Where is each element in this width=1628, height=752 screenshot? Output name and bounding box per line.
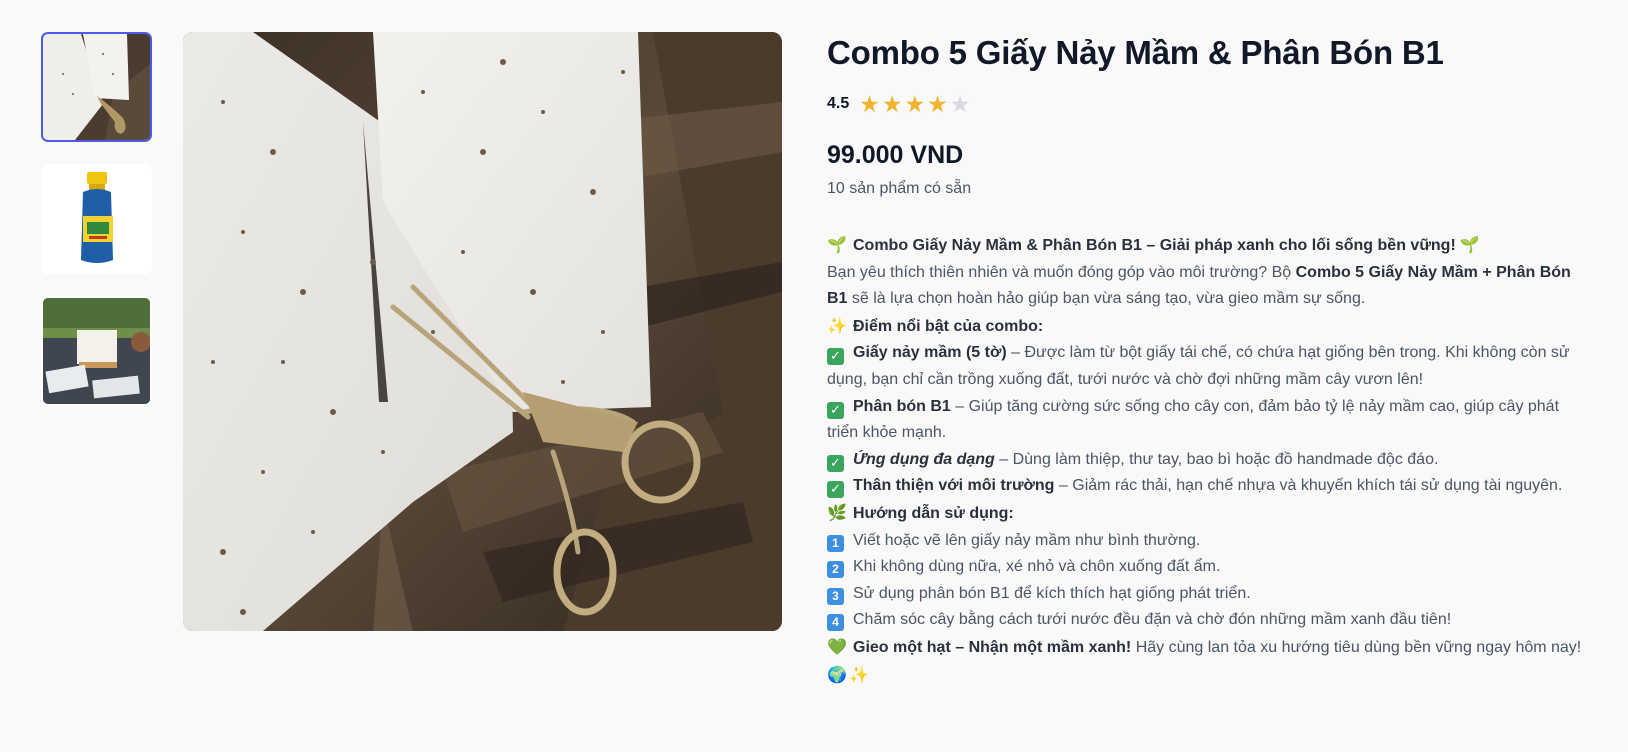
- feature-item: ✓ Ứng dụng đa dạng – Dùng làm thiệp, thư …: [827, 447, 1587, 474]
- headline-text: Combo Giấy Nảy Mầm & Phân Bón B1 – Giải …: [853, 237, 1456, 254]
- thumbnail-garden-table[interactable]: [41, 296, 152, 406]
- star-icon: ★: [904, 90, 926, 117]
- guide-step-text: Viết hoặc vẽ lên giấy nảy mầm như bình t…: [853, 531, 1201, 549]
- number-two-icon: 2: [827, 561, 844, 579]
- intro-text-end: sẽ là lựa chọn hoàn hảo giúp bạn vừa sán…: [847, 290, 1366, 308]
- closing-text: Hãy cùng lan tỏa xu hướng tiêu dùng bền …: [1131, 638, 1582, 656]
- product-price: 99.000 VND: [827, 141, 964, 169]
- guide-step: 3 Sử dụng phân bón B1 để kích thích hạt g…: [827, 581, 1587, 608]
- herb-icon: 🌿: [827, 502, 847, 522]
- features-heading: ✨ Điểm nổi bật của combo:: [827, 313, 1587, 341]
- seed-paper-thumbnail-image: [43, 34, 150, 140]
- guide-step-text: Chăm sóc cây bằng cách tưới nước đều đặn…: [853, 611, 1452, 629]
- product-title: Combo 5 Giấy Nảy Mầm & Phân Bón B1: [827, 34, 1444, 71]
- guide-step: 4 Chăm sóc cây bằng cách tưới nước đều đặ…: [827, 607, 1587, 634]
- seedling-icon: 🌱: [1459, 235, 1480, 254]
- star-empty-icon: ★: [949, 90, 971, 117]
- feature-item: ✓ Thân thiện với môi trường – Giảm rác th…: [827, 473, 1587, 500]
- garden-table-thumbnail-image: [43, 298, 150, 404]
- thumbnail-list: [41, 32, 154, 428]
- guide-heading: 🌿 Hướng dẫn sử dụng:: [827, 500, 1587, 528]
- seedling-icon: 🌱: [827, 235, 847, 254]
- feature-text: – Dùng làm thiệp, thư tay, bao bì hoặc đ…: [994, 450, 1439, 468]
- product-details: Combo 5 Giấy Nảy Mầm & Phân Bón B1 4.5 ★…: [827, 30, 1587, 689]
- seed-paper-scissors-photo: [183, 32, 782, 631]
- guide-step-text: Khi không dùng nữa, xé nhỏ và chôn xuống…: [853, 558, 1221, 576]
- feature-title: Ứng dụng đa dạng: [853, 450, 995, 468]
- sparkles-icon: ✨: [827, 315, 847, 335]
- guide-heading-text: Hướng dẫn sử dụng:: [853, 504, 1014, 522]
- guide-step-text: Sử dụng phân bón B1 để kích thích hạt gi…: [853, 584, 1251, 602]
- check-mark-icon: ✓: [827, 401, 844, 419]
- closing-bold-text: Gieo một hạt – Nhận một mầm xanh!: [853, 638, 1132, 656]
- thumbnail-seed-paper[interactable]: [41, 32, 152, 142]
- rating-value: 4.5: [827, 95, 850, 112]
- check-mark-icon: ✓: [827, 454, 844, 472]
- guide-step: 2 Khi không dùng nữa, xé nhỏ và chôn xuốn…: [827, 554, 1587, 581]
- sparkles-icon: ✨: [849, 664, 869, 684]
- check-mark-icon: ✓: [827, 348, 844, 366]
- feature-title: Thân thiện với môi trường: [853, 477, 1055, 495]
- star-icon: ★: [927, 90, 948, 117]
- stock-availability: 10 sản phẩm có sẵn: [827, 180, 972, 197]
- globe-icon: 🌍: [827, 664, 847, 684]
- description-intro: Bạn yêu thích thiên nhiên và muốn đóng g…: [827, 260, 1587, 313]
- number-one-icon: 1: [827, 534, 844, 552]
- green-heart-icon: 💚: [827, 636, 847, 656]
- number-three-icon: 3: [827, 587, 844, 605]
- closing-line: 💚 Gieo một hạt – Nhận một mầm xanh! Hãy c…: [827, 634, 1587, 689]
- main-product-image: [183, 32, 782, 631]
- features-heading-text: Điểm nổi bật của combo:: [853, 317, 1044, 335]
- description-headline: 🌱 Combo Giấy Nảy Mầm & Phân Bón B1 – Giải…: [827, 232, 1587, 260]
- fertilizer-bottle-thumbnail-image: [43, 166, 150, 272]
- star-icon: ★: [859, 90, 880, 117]
- rating: 4.5 ★ ★ ★ ★ ★: [827, 90, 1587, 118]
- feature-title: Phân bón B1: [853, 397, 951, 415]
- product-description: 🌱 Combo Giấy Nảy Mầm & Phân Bón B1 – Giải…: [827, 232, 1587, 689]
- feature-item: ✓ Giấy nảy mầm (5 tờ) – Được làm từ bột g…: [827, 340, 1587, 393]
- check-mark-icon: ✓: [827, 481, 844, 499]
- intro-text: Bạn yêu thích thiên nhiên và muốn đóng g…: [827, 263, 1296, 281]
- number-four-icon: 4: [827, 614, 844, 632]
- feature-title: Giấy nảy mầm (5 tờ): [853, 344, 1007, 362]
- star-icon: ★: [881, 90, 903, 117]
- feature-text: – Giảm rác thải, hạn chế nhựa và khuyến …: [1054, 477, 1563, 495]
- thumbnail-fertilizer-bottle[interactable]: [41, 164, 152, 274]
- feature-item: ✓ Phân bón B1 – Giúp tăng cường sức sống …: [827, 394, 1587, 447]
- guide-step: 1 Viết hoặc vẽ lên giấy nảy mầm như bình …: [827, 528, 1587, 555]
